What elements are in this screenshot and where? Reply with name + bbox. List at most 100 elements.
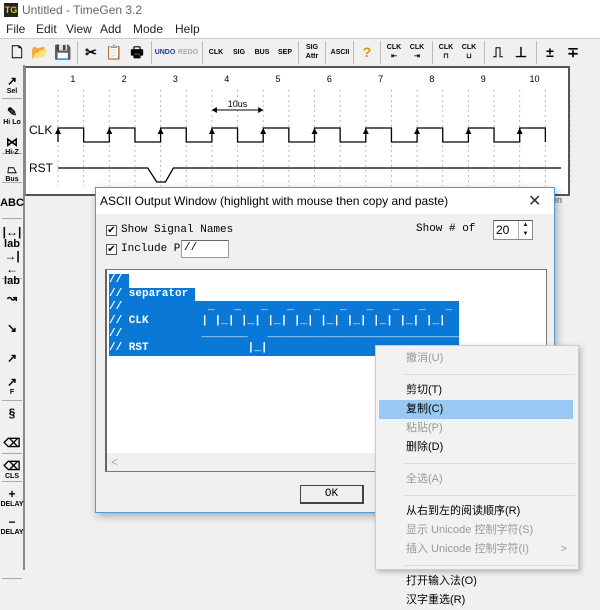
bus-button[interactable]: BUS xyxy=(252,42,272,62)
hi-z-icon: ⋈ xyxy=(6,134,18,149)
sig-attr-button[interactable]: SIG Attr xyxy=(302,42,322,62)
spin-down-icon[interactable]: ▼ xyxy=(518,230,532,239)
sig-button[interactable]: SIG xyxy=(229,42,249,62)
context-menu-item[interactable]: 显示 Unicode 控制字符(S) xyxy=(379,521,573,540)
ascii-output-text[interactable]: // // separator // _ _ _ _ _ _ _ _ _ _//… xyxy=(109,274,465,356)
tool-line[interactable]: ↘ xyxy=(1,315,23,341)
close-icon[interactable]: ✕ xyxy=(528,191,541,211)
ascii-button[interactable]: ASCII xyxy=(330,42,350,62)
spin-up-icon[interactable]: ▲ xyxy=(518,221,532,230)
menu-file[interactable]: File xyxy=(6,22,25,36)
space-del-button[interactable]: ∓ xyxy=(563,42,583,62)
tool-eraser[interactable]: ⌫ xyxy=(1,430,23,456)
title-bar: TG Untitled - TimeGen 3.2 xyxy=(0,0,600,20)
tool-label: DELAY xyxy=(0,528,24,536)
rising-edge-arrow xyxy=(157,128,164,134)
prefix-input[interactable]: // xyxy=(181,240,229,258)
show-count-spinner[interactable]: 20 ▲ ▼ xyxy=(493,220,533,240)
cycle-number: 9 xyxy=(481,74,486,84)
context-menu-item[interactable]: 撤消(U) xyxy=(379,349,573,368)
show-signal-names-checkbox[interactable]: ✔ xyxy=(106,225,117,236)
menu-view[interactable]: View xyxy=(66,22,92,36)
tool-break[interactable]: § xyxy=(1,400,23,426)
tool-arrow-f[interactable]: ↗ F xyxy=(1,373,23,399)
print-button[interactable]: 🖶 xyxy=(127,42,147,62)
context-menu-item[interactable]: 全选(A) xyxy=(379,470,573,489)
tool-lab-2[interactable]: →|← lab xyxy=(1,249,23,286)
menu-edit[interactable]: Edit xyxy=(36,22,57,36)
menu-mode[interactable]: Mode xyxy=(133,22,163,36)
rising-edge-arrow xyxy=(516,128,523,134)
tool-text[interactable]: ABC xyxy=(0,190,24,216)
tool-hi-lo[interactable]: ✎ Hi Lo xyxy=(1,103,23,129)
space-add-button[interactable]: ± xyxy=(540,42,560,62)
tool-arrow[interactable]: ↗ xyxy=(1,345,23,371)
scroll-left-icon[interactable]: < xyxy=(111,455,118,469)
tool-sel[interactable]: ↗ Sel xyxy=(1,72,23,98)
rising-edge-arrow xyxy=(311,128,318,134)
tool-hi-z[interactable]: ⋈ Hi-Z xyxy=(1,133,23,159)
undo-button[interactable]: UNDO xyxy=(155,42,176,62)
timing-diagram-canvas[interactable]: 1 2 3 4 5 6 7 8 9 10 CLK RST 10us xyxy=(25,66,571,196)
paste-button[interactable]: 📋 xyxy=(104,42,124,62)
rst-waveform xyxy=(58,167,561,183)
context-menu-item[interactable]: 剪切(T) xyxy=(379,381,573,400)
rising-edge-arrow xyxy=(362,128,369,134)
menu-item-label: 撤消(U) xyxy=(406,352,444,364)
tool-lab-1[interactable]: |↔| lab xyxy=(1,225,23,251)
show-count-value[interactable]: 20 xyxy=(496,223,509,237)
menu-separator xyxy=(403,463,575,464)
cycle-number: 5 xyxy=(276,74,281,84)
context-menu-item[interactable]: 插入 Unicode 控制字符(I) > xyxy=(379,540,573,559)
eraser-icon: ⌫ xyxy=(3,435,21,450)
include-prefix-checkbox[interactable]: ✔ xyxy=(106,244,117,255)
ascii-line[interactable]: // _ _ _ _ _ _ _ _ _ _ xyxy=(109,301,459,315)
ok-button[interactable]: OK xyxy=(300,485,364,504)
open-button[interactable]: 📂 xyxy=(30,42,50,62)
tool-bus[interactable]: ⏢ Bus xyxy=(1,160,23,186)
new-button[interactable]: 🗋 xyxy=(7,42,27,62)
arrow-f-icon: ↗ xyxy=(6,374,18,389)
measure-label: 10us xyxy=(228,99,248,109)
toolbar-separator xyxy=(353,41,354,64)
cut-button[interactable]: ✂ xyxy=(81,42,101,62)
sep-button[interactable]: SEP xyxy=(275,42,295,62)
clk-button[interactable]: CLK xyxy=(206,42,226,62)
context-menu-item[interactable]: 汉字重选(R) xyxy=(379,591,573,610)
ascii-line[interactable]: // xyxy=(109,274,129,288)
ascii-line[interactable]: // separator xyxy=(109,287,195,302)
ascii-line[interactable]: // _______ _____________________________… xyxy=(109,328,465,342)
tool-curve[interactable]: ↝ xyxy=(1,285,23,311)
context-menu-item[interactable]: 粘贴(P) xyxy=(379,419,573,438)
clk-left-button[interactable]: CLK ⇤ xyxy=(384,42,404,62)
context-menu-item[interactable]: 复制(C) xyxy=(379,400,573,419)
save-button[interactable]: 💾 xyxy=(53,42,73,62)
toolbar: 🗋 📂 💾 ✂ 📋 🖶 UNDO REDO CLK SIG BUS SEP SIG Attr ASCII?… xyxy=(0,38,600,65)
help-button[interactable]: ? xyxy=(357,42,377,62)
tool-delay-sub[interactable]: − DELAY xyxy=(0,513,24,539)
waveform-svg: 1 2 3 4 5 6 7 8 9 10 CLK RST 10us xyxy=(29,74,571,186)
line-icon: ↘ xyxy=(6,320,18,335)
tool-delay-add[interactable]: + DELAY xyxy=(0,485,23,511)
dialog-title-bar[interactable]: ASCII Output Window (highlight with mous… xyxy=(96,188,554,214)
context-menu-item[interactable]: 打开输入法(O) xyxy=(379,572,573,591)
redo-button[interactable]: REDO xyxy=(178,42,198,62)
tool-label: ABC xyxy=(0,196,24,209)
ascii-line[interactable]: // CLK | |_| |_| |_| |_| |_| |_| |_| |_|… xyxy=(109,314,459,329)
edge-rise-button[interactable]: ⎍ xyxy=(488,42,508,62)
context-menu-item[interactable]: 删除(D) xyxy=(379,438,573,457)
delay-sub-icon: − xyxy=(8,514,16,529)
edge-fall-button[interactable]: ⊥ xyxy=(511,42,531,62)
clk-a-button[interactable]: CLK ⊓ xyxy=(436,42,456,62)
break-icon: § xyxy=(8,405,16,420)
tool-clear[interactable]: ⌫ CLS xyxy=(1,457,23,483)
rising-edge-arrow xyxy=(55,128,61,134)
toolbar-separator xyxy=(536,41,537,64)
tool-label: CLS xyxy=(5,472,19,480)
clk-right-button[interactable]: CLK ⇥ xyxy=(407,42,427,62)
clk-b-button[interactable]: CLK ⊔ xyxy=(459,42,479,62)
menu-help[interactable]: Help xyxy=(175,22,200,36)
toolbar-separator xyxy=(202,41,203,64)
context-menu-item[interactable]: 从右到左的阅读顺序(R) xyxy=(379,502,573,521)
menu-add[interactable]: Add xyxy=(100,22,121,36)
